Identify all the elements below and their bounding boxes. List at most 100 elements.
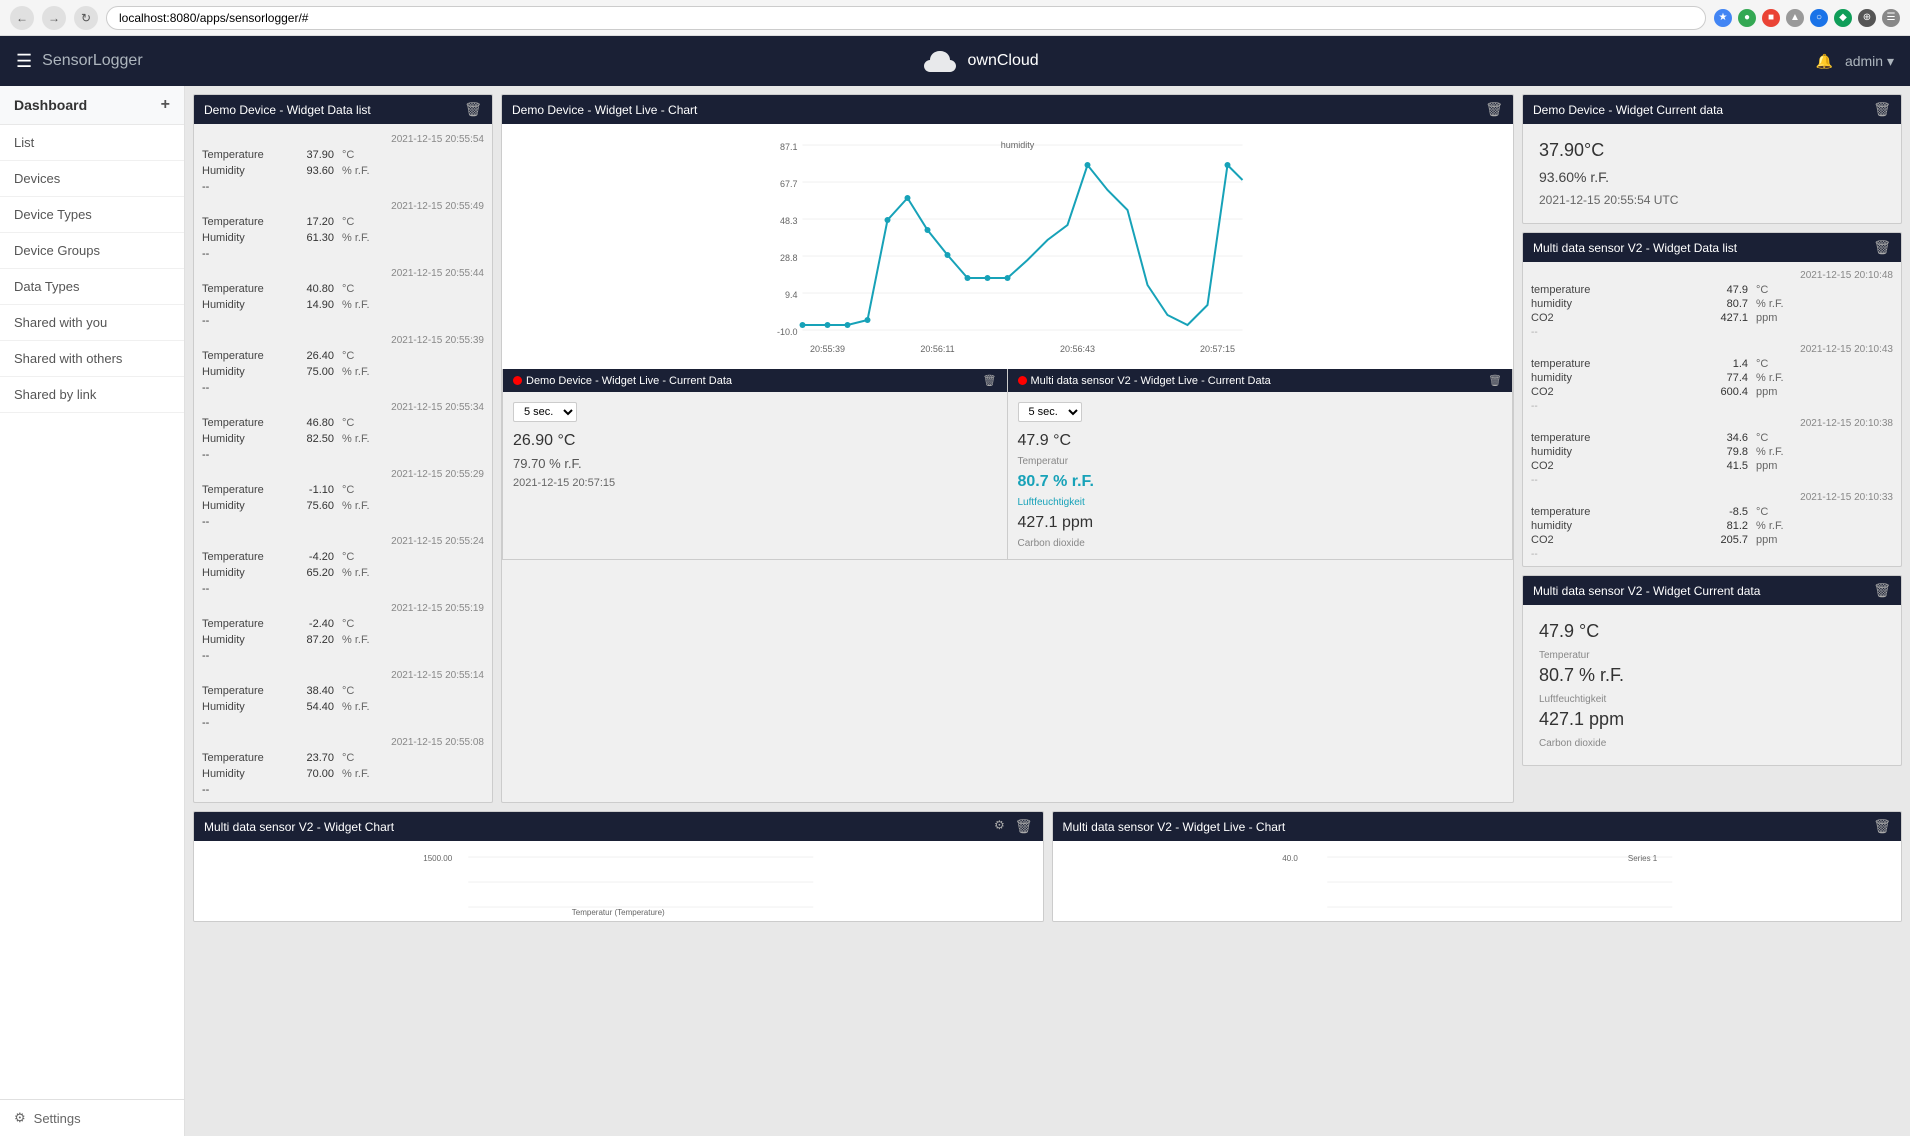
multi-live-temp: 47.9 °C [1018, 432, 1503, 450]
browser-icon-5: ○ [1810, 9, 1828, 27]
menu-icon[interactable]: ☰ [16, 51, 32, 72]
widget-multi-live-chart-title: Multi data sensor V2 - Widget Live - Cha… [1063, 820, 1286, 834]
separator-cell: -- [198, 648, 488, 664]
multi-row-unit: °C [1752, 505, 1897, 519]
widget-demo-current-delete[interactable]: 🗑 [1873, 101, 1891, 118]
multi-row-label: humidity [1527, 297, 1607, 311]
widget-multi-chart-delete[interactable]: 🗑 [1015, 818, 1033, 835]
widget-demo-live-chart-delete[interactable]: 🗑 [1485, 101, 1503, 118]
multi-current-temp-label: Temperatur [1539, 650, 1885, 661]
widget-multi-chart-gear[interactable]: ⚙ [994, 818, 1005, 835]
sidebar-item-device-types[interactable]: Device Types [0, 197, 184, 233]
row-unit: % r.F. [338, 498, 488, 514]
table-row: Temperature -2.40 °C [198, 616, 488, 632]
table-row: Humidity 14.90 % r.F. [198, 297, 488, 313]
widget-multi-data-list-header: Multi data sensor V2 - Widget Data list … [1523, 233, 1901, 262]
sidebar-item-list[interactable]: List [0, 125, 184, 161]
demo-current-temp: 37.90°C [1539, 140, 1885, 161]
sidebar-header: Dashboard + [0, 86, 184, 125]
sidebar-item-device-groups[interactable]: Device Groups [0, 233, 184, 269]
row-value: 40.80 [288, 281, 338, 297]
row-value: -4.20 [288, 549, 338, 565]
separator-cell: -- [198, 782, 488, 798]
row-unit: % r.F. [338, 766, 488, 782]
demo-interval-select[interactable]: 5 sec. [513, 402, 577, 422]
row-label: Temperature [198, 147, 288, 163]
multi-live-current-widget: Multi data sensor V2 - Widget Live - Cur… [1008, 369, 1514, 560]
widget-multi-data-list-body: 2021-12-15 20:10:48temperature 47.9 °Chu… [1523, 262, 1901, 566]
row-unit: °C [338, 281, 488, 297]
sidebar-item-shared-with-you[interactable]: Shared with you [0, 305, 184, 341]
table-row: Humidity 82.50 % r.F. [198, 431, 488, 447]
row-unit: °C [338, 482, 488, 498]
svg-text:Temperatur (Temperature): Temperatur (Temperature) [572, 908, 665, 917]
main-layout: Dashboard + List Devices Device Types De… [0, 86, 1910, 1136]
svg-text:-10.0: -10.0 [777, 327, 798, 337]
widget-multi-live-chart-delete[interactable]: 🗑 [1873, 818, 1891, 835]
widget-multi-current-delete[interactable]: 🗑 [1873, 582, 1891, 599]
multi-current-humidity: 80.7 % r.F. [1539, 665, 1885, 686]
table-row: Humidity 54.40 % r.F. [198, 699, 488, 715]
row-value: 46.80 [288, 415, 338, 431]
separator-row: -- [198, 246, 488, 262]
widget-multi-data-list-delete[interactable]: 🗑 [1873, 239, 1891, 256]
sidebar-add-button[interactable]: + [161, 96, 170, 114]
multi-row-unit: % r.F. [1752, 519, 1897, 533]
sidebar-item-shared-with-others[interactable]: Shared with others [0, 341, 184, 377]
demo-current-humidity: 93.60% r.F. [1539, 169, 1885, 185]
table-row: humidity 80.7 % r.F. [1527, 297, 1897, 311]
widget-demo-data-list-body: 2021-12-15 20:55:54Temperature 37.90 °CH… [194, 124, 492, 802]
row-label: Temperature [198, 281, 288, 297]
table-row: CO2 427.1 ppm [1527, 311, 1897, 325]
multi-row-unit: °C [1752, 357, 1897, 371]
settings-icon: ⚙ [14, 1110, 26, 1126]
multi-data-list-table: 2021-12-15 20:10:48temperature 47.9 °Chu… [1527, 266, 1897, 562]
forward-button[interactable]: → [42, 6, 66, 30]
sidebar-item-data-types[interactable]: Data Types [0, 269, 184, 305]
sidebar-item-devices[interactable]: Devices [0, 161, 184, 197]
data-list-timestamp-row: 2021-12-15 20:55:08 [198, 731, 488, 750]
timestamp-cell: 2021-12-15 20:55:54 [198, 128, 488, 147]
widget-multi-current-title: Multi data sensor V2 - Widget Current da… [1533, 584, 1760, 598]
multi-live-current-delete[interactable]: 🗑 [1488, 374, 1502, 387]
row-label: Humidity [198, 632, 288, 648]
refresh-button[interactable]: ↻ [74, 6, 98, 30]
widget-demo-data-list-delete[interactable]: 🗑 [464, 101, 482, 118]
widget-multi-chart-body: 1500.00 Temperatur (Temperature) [194, 841, 1043, 921]
url-bar[interactable]: localhost:8080/apps/sensorlogger/# [106, 6, 1706, 30]
cloud-icon [920, 47, 960, 75]
widget-multi-chart-actions: ⚙ 🗑 [994, 818, 1033, 835]
row-value: 61.30 [288, 230, 338, 246]
data-list-timestamp-row: 2021-12-15 20:55:34 [198, 396, 488, 415]
sidebar-item-shared-by-link[interactable]: Shared by link [0, 377, 184, 413]
sidebar-item-device-types-label: Device Types [14, 207, 92, 222]
user-menu[interactable]: admin ▾ [1845, 53, 1894, 70]
svg-text:20:56:43: 20:56:43 [1060, 344, 1095, 354]
sidebar-item-shared-with-you-label: Shared with you [14, 315, 107, 330]
bottom-row: Multi data sensor V2 - Widget Chart ⚙ 🗑 … [193, 811, 1902, 922]
row-label: Humidity [198, 498, 288, 514]
demo-live-temp: 26.90 °C [513, 432, 997, 450]
svg-text:20:55:39: 20:55:39 [810, 344, 845, 354]
multi-timestamp-cell: 2021-12-15 20:10:48 [1527, 266, 1897, 283]
sidebar-settings[interactable]: ⚙ Settings [0, 1099, 184, 1136]
row-unit: % r.F. [338, 230, 488, 246]
bell-icon[interactable]: 🔔 [1816, 53, 1833, 70]
multi-row-value: 79.8 [1607, 445, 1752, 459]
data-list-timestamp-row: 2021-12-15 20:55:24 [198, 530, 488, 549]
widget-multi-chart-title: Multi data sensor V2 - Widget Chart [204, 820, 394, 834]
multi-interval-select[interactable]: 5 sec. [1018, 402, 1082, 422]
table-row: temperature -8.5 °C [1527, 505, 1897, 519]
row-label: Humidity [198, 297, 288, 313]
row-label: Humidity [198, 364, 288, 380]
row-label: Temperature [198, 214, 288, 230]
demo-current-timestamp: 2021-12-15 20:55:54 UTC [1539, 193, 1885, 207]
demo-live-current-delete[interactable]: 🗑 [983, 374, 997, 387]
widget-demo-data-list: Demo Device - Widget Data list 🗑 2021-12… [193, 94, 493, 803]
back-button[interactable]: ← [10, 6, 34, 30]
row-unit: % r.F. [338, 297, 488, 313]
sidebar-item-data-types-label: Data Types [14, 279, 80, 294]
separator-row: -- [198, 514, 488, 530]
multi-current-humidity-group: 80.7 % r.F. Luftfeuchtigkeit [1539, 665, 1885, 705]
separator-cell: -- [198, 715, 488, 731]
